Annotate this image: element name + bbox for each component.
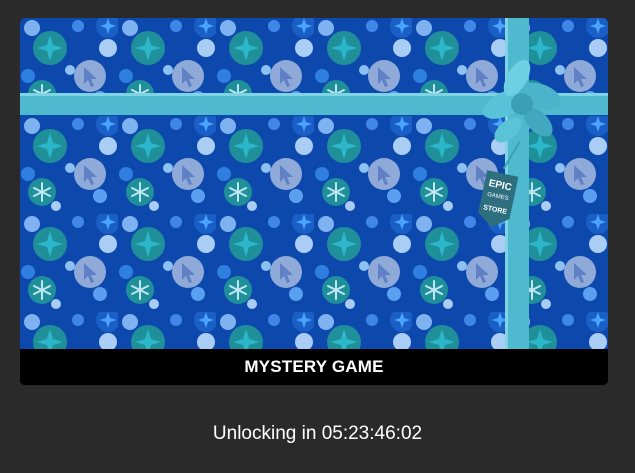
countdown-timer: 05:23:46:02 (321, 423, 423, 444)
mystery-game-card[interactable]: EPIC GAMES STORE MYSTERY GAME (20, 18, 608, 385)
unlock-countdown: Unlocking in 05:23:46:02 (0, 420, 635, 448)
unlock-label: Unlocking in (212, 423, 317, 444)
gift-wrap-art: EPIC GAMES STORE (20, 18, 608, 349)
game-title: MYSTERY GAME (20, 349, 608, 385)
